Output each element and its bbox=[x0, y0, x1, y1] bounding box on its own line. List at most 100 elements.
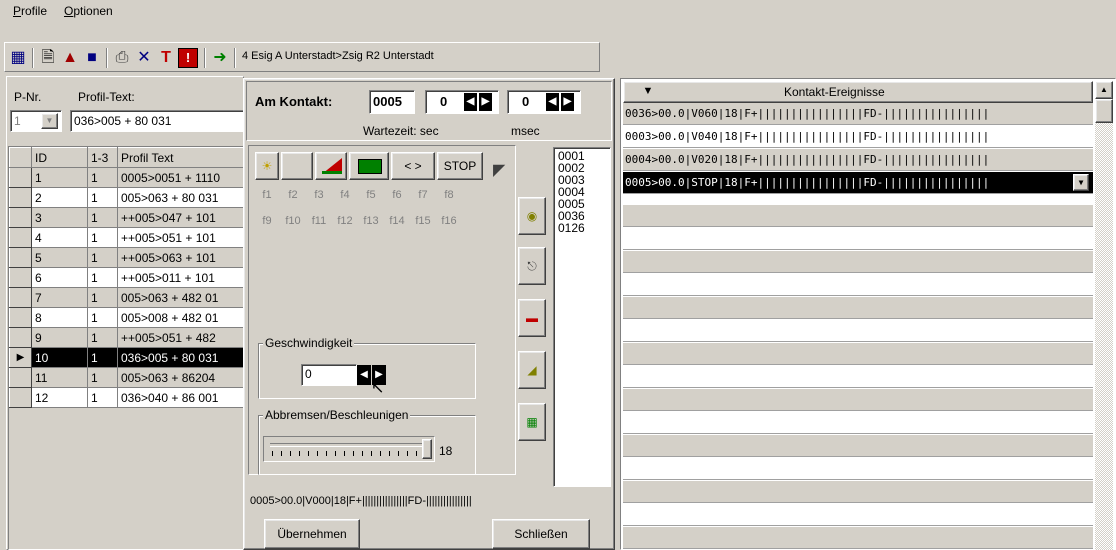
open-icon[interactable]: ▲ bbox=[60, 48, 80, 68]
coupling-icon[interactable]: ▬ bbox=[518, 299, 546, 337]
cell-text: 005>063 + 86204 bbox=[117, 367, 243, 388]
route-text: 4 Esig A Unterstadt>Zsig R2 Unterstadt bbox=[242, 50, 434, 62]
msec-decrement-icon[interactable]: ◀ bbox=[546, 93, 559, 111]
msec-input[interactable]: 0 ◀ ▶ bbox=[507, 90, 581, 114]
table-row[interactable]: 5 1 ++005>063 + 101 bbox=[9, 247, 243, 268]
scroll-up-icon[interactable]: ▲ bbox=[1095, 81, 1113, 99]
event-row[interactable]: 0036>00.0|V060|18|F+||||||||||||||||FD-|… bbox=[623, 103, 1093, 125]
kontakt-input[interactable]: 0005 bbox=[369, 90, 415, 114]
f16-button[interactable]: f16 bbox=[437, 210, 461, 233]
stop-button[interactable]: STOP bbox=[437, 152, 483, 180]
sec-increment-icon[interactable]: ▶ bbox=[479, 93, 492, 111]
table-row[interactable]: 12 1 036>040 + 86 001 bbox=[9, 387, 243, 408]
f14-button[interactable]: f14 bbox=[385, 210, 409, 233]
table-row[interactable]: 11 1 005>063 + 86204 bbox=[9, 367, 243, 388]
col-header-id[interactable]: ID bbox=[31, 147, 88, 168]
f1-button[interactable]: f1 bbox=[255, 184, 279, 207]
table-row[interactable]: 3 1 ++005>047 + 101 bbox=[9, 207, 243, 228]
row-header bbox=[9, 147, 32, 168]
abbremsen-slider[interactable] bbox=[263, 436, 435, 462]
alert-icon[interactable]: ! bbox=[178, 48, 198, 68]
cell-id: 2 bbox=[31, 187, 88, 208]
contact-list[interactable]: 0001 0002 0003 0004 0005 0036 0126 bbox=[553, 147, 611, 487]
cell-text: 036>005 + 80 031 bbox=[117, 347, 243, 368]
empty-button[interactable] bbox=[281, 152, 313, 180]
f9-button[interactable]: f9 bbox=[255, 210, 279, 233]
ramp-icon[interactable]: ◢ bbox=[518, 351, 546, 389]
uebernehmen-button[interactable]: Übernehmen bbox=[264, 519, 360, 549]
table-row[interactable]: 2 1 005>063 + 80 031 bbox=[9, 187, 243, 208]
row-header bbox=[9, 387, 32, 408]
f5-button[interactable]: f5 bbox=[359, 184, 383, 207]
grid-icon[interactable]: ▦ bbox=[518, 403, 546, 441]
f8-button[interactable]: f8 bbox=[437, 184, 461, 207]
am-kontakt-label: Am Kontakt: bbox=[255, 94, 333, 109]
f2-button[interactable]: f2 bbox=[281, 184, 305, 207]
cell-id: 12 bbox=[31, 387, 88, 408]
geschwindigkeit-input[interactable]: 0 bbox=[301, 364, 357, 386]
empty-event-row bbox=[623, 412, 1093, 434]
print-preview-icon[interactable]: ▦ bbox=[8, 48, 28, 68]
new-document-icon[interactable]: 🗎 bbox=[38, 48, 58, 68]
events-scrollbar[interactable]: ▲ bbox=[1095, 81, 1113, 550]
event-row[interactable]: 0003>00.0|V040|18|F+||||||||||||||||FD-|… bbox=[623, 126, 1093, 148]
light-icon[interactable]: ☀ bbox=[255, 152, 279, 180]
col-header-profil-text[interactable]: Profil Text bbox=[117, 147, 243, 168]
event-row-selected[interactable]: 0005>00.0|STOP|18|F+||||||||||||||||FD-|… bbox=[623, 172, 1093, 194]
f10-button[interactable]: f10 bbox=[281, 210, 305, 233]
menu-optionen[interactable]: Optionen bbox=[64, 4, 113, 18]
cell-k: 1 bbox=[87, 207, 118, 228]
status-line: 0005>00.0|V000|18|F+||||||||||||||||FD-|… bbox=[250, 495, 472, 507]
table-row[interactable]: 7 1 005>063 + 482 01 bbox=[9, 287, 243, 308]
event-row-dropdown-icon[interactable]: ▼ bbox=[1073, 174, 1089, 191]
sec-value: 0 bbox=[440, 94, 448, 109]
crane-icon[interactable]: ⎋ bbox=[518, 247, 546, 285]
sec-input[interactable]: 0 ◀ ▶ bbox=[425, 90, 499, 114]
events-dropdown-icon[interactable]: ▼ bbox=[624, 82, 672, 102]
pnr-select[interactable]: 1 ▼ bbox=[10, 110, 62, 132]
table-row[interactable]: 9 1 ++005>051 + 482 bbox=[9, 327, 243, 348]
row-header bbox=[9, 267, 32, 288]
row-header bbox=[9, 307, 32, 328]
f7-button[interactable]: f7 bbox=[411, 184, 435, 207]
f4-button[interactable]: f4 bbox=[333, 184, 357, 207]
slider-thumb[interactable] bbox=[422, 439, 432, 459]
f3-button[interactable]: f3 bbox=[307, 184, 331, 207]
f15-button[interactable]: f15 bbox=[411, 210, 435, 233]
dropdown-arrow-icon[interactable]: ▼ bbox=[41, 113, 58, 129]
horn-icon[interactable]: ◉ bbox=[518, 197, 546, 235]
table-row-selected[interactable]: ▶ 10 1 036>005 + 80 031 bbox=[9, 347, 243, 368]
f6-button[interactable]: f6 bbox=[385, 184, 409, 207]
signal-icon[interactable] bbox=[315, 152, 347, 180]
scrollbar-thumb[interactable] bbox=[1095, 99, 1113, 123]
locomotive-icon[interactable]: ◤ bbox=[493, 160, 505, 180]
msec-increment-icon[interactable]: ▶ bbox=[561, 93, 574, 111]
kontakt-header: Am Kontakt: 0005 0 ◀ ▶ 0 ◀ ▶ Wartezeit: … bbox=[246, 81, 612, 141]
f13-button[interactable]: f13 bbox=[359, 210, 383, 233]
cell-text: 005>063 + 482 01 bbox=[117, 287, 243, 308]
schliessen-button[interactable]: Schließen bbox=[492, 519, 590, 549]
arrows-button[interactable]: < > bbox=[391, 152, 435, 180]
list-item[interactable]: 0126 bbox=[558, 222, 610, 234]
event-row[interactable]: 0004>00.0|V020|18|F+||||||||||||||||FD-|… bbox=[623, 149, 1093, 171]
exit-icon[interactable]: ➜ bbox=[210, 48, 230, 68]
table-row[interactable]: 6 1 ++005>011 + 101 bbox=[9, 267, 243, 288]
delete-icon[interactable]: ✕ bbox=[134, 48, 154, 68]
print-icon[interactable]: ⎙ bbox=[112, 48, 132, 68]
chip-icon[interactable] bbox=[349, 152, 389, 180]
cell-k: 1 bbox=[87, 187, 118, 208]
table-row[interactable]: 8 1 005>008 + 482 01 bbox=[9, 307, 243, 328]
menu-profile[interactable]: Profile bbox=[13, 4, 47, 18]
cell-id: 4 bbox=[31, 227, 88, 248]
f12-button[interactable]: f12 bbox=[333, 210, 357, 233]
save-icon[interactable]: ■ bbox=[82, 48, 102, 68]
text-t-icon[interactable]: T bbox=[156, 48, 176, 68]
sec-decrement-icon[interactable]: ◀ bbox=[464, 93, 477, 111]
profil-text-input[interactable]: 036>005 + 80 031 bbox=[70, 110, 246, 132]
col-header-1-3[interactable]: 1-3 bbox=[87, 147, 118, 168]
table-row[interactable]: 4 1 ++005>051 + 101 bbox=[9, 227, 243, 248]
row-header bbox=[9, 227, 32, 248]
f11-button[interactable]: f11 bbox=[307, 210, 331, 233]
table-row[interactable]: 1 1 0005>0051 + 1110 bbox=[9, 167, 243, 188]
speed-decrement-icon[interactable]: ◀ bbox=[357, 365, 371, 385]
